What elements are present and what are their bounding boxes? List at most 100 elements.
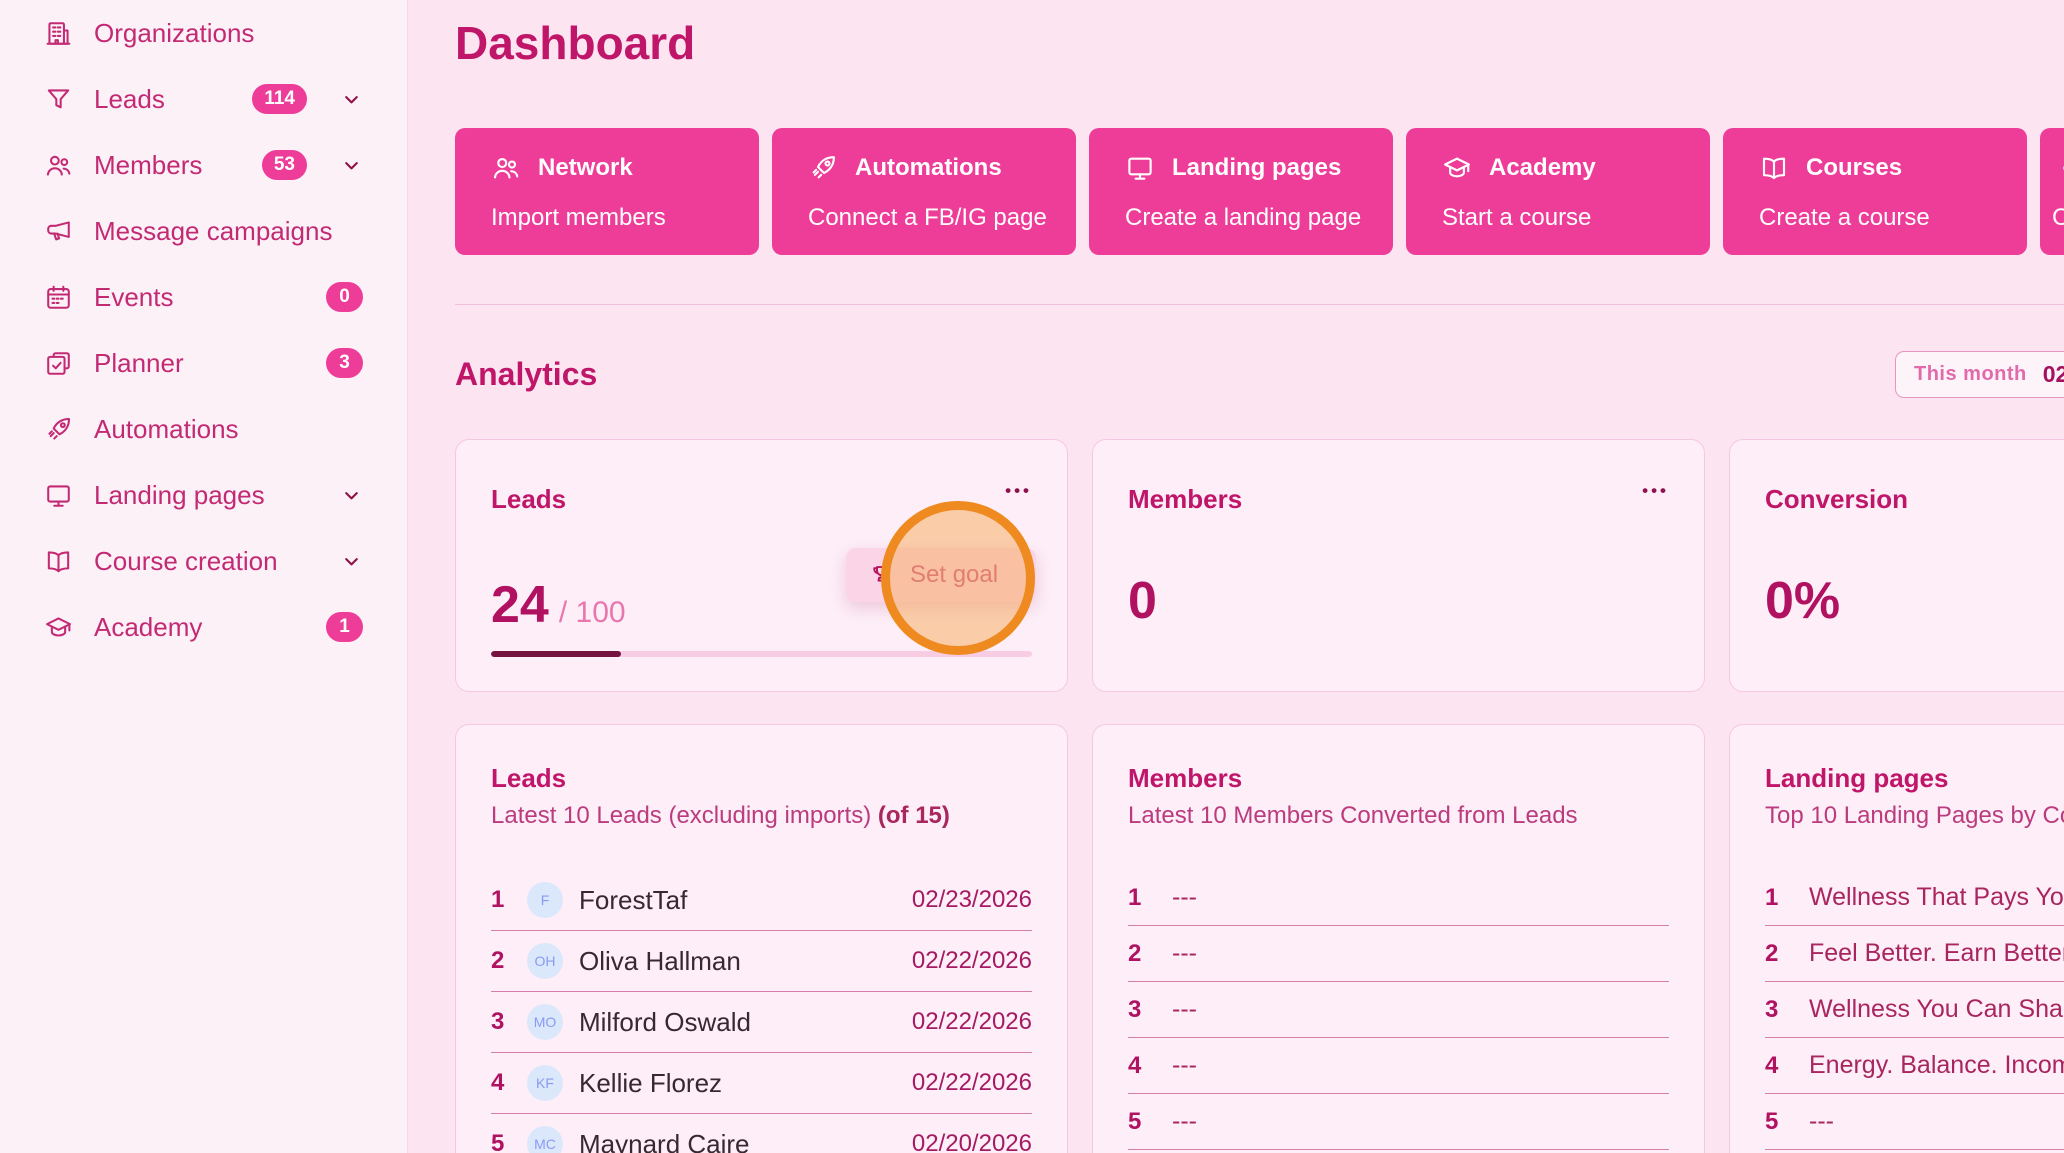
quick-action-subtitle: Create a landing page bbox=[1125, 204, 1383, 232]
table-row[interactable]: 3MOMilford Oswald02/22/2026 bbox=[491, 992, 1032, 1053]
table-row[interactable]: 5 MC Maynard Caire 02/20/2026 bbox=[491, 1114, 1032, 1153]
row-number: 2 bbox=[1128, 940, 1158, 968]
sidebar-item-label: Organizations bbox=[94, 18, 254, 49]
set-goal-menu-item[interactable]: Set goal bbox=[846, 548, 1036, 602]
row-name: Energy. Balance. Income. bbox=[1809, 1051, 2064, 1080]
row-number: 4 bbox=[491, 1069, 521, 1097]
table-row[interactable]: 3Wellness You Can Share bbox=[1765, 982, 2064, 1038]
quick-action-subtitle: Create bbox=[2052, 204, 2064, 232]
list-subtitle: Latest 10 Members Converted from Leads bbox=[1128, 802, 1669, 830]
row-name: Kellie Florez bbox=[579, 1068, 722, 1099]
ellipsis-menu-icon[interactable]: ••• bbox=[1005, 484, 1032, 498]
sidebar-item-message-campaigns[interactable]: Message campaigns bbox=[0, 198, 407, 264]
quick-action-title-row: Automations bbox=[808, 153, 1066, 183]
monitor-icon bbox=[44, 481, 73, 510]
row-name: Feel Better. Earn Better. bbox=[1809, 939, 2064, 968]
table-row[interactable]: 1FForestTaf02/23/2026 bbox=[491, 870, 1032, 931]
chevron-down-icon[interactable] bbox=[340, 484, 363, 507]
table-row[interactable]: 2OHOliva Hallman02/22/2026 bbox=[491, 931, 1032, 992]
row-name: Wellness That Pays You Back bbox=[1809, 883, 2064, 912]
sidebar-item-label: Message campaigns bbox=[94, 216, 332, 247]
sidebar-item-label: Landing pages bbox=[94, 480, 265, 511]
page-title: Dashboard bbox=[455, 16, 2064, 70]
period-selector-button[interactable]: This month 02/0 bbox=[1895, 351, 2064, 398]
section-divider bbox=[455, 304, 2064, 305]
avatar: MO bbox=[527, 1004, 563, 1040]
gradcap-icon bbox=[1442, 153, 1472, 183]
quick-action-card-network[interactable]: NetworkImport members bbox=[455, 128, 759, 255]
quick-action-card-courses[interactable]: Courses Create a course bbox=[1723, 128, 2027, 255]
sidebar-item-label: Course creation bbox=[94, 546, 278, 577]
table-row[interactable]: 2--- bbox=[1128, 926, 1669, 982]
period-label: This month bbox=[1914, 363, 2027, 386]
row-name: --- bbox=[1172, 1051, 1197, 1080]
sidebar-item-organizations[interactable]: Organizations bbox=[0, 0, 407, 66]
quick-action-title-row: Academy bbox=[1442, 153, 1700, 183]
sidebar-item-label: Planner bbox=[94, 348, 184, 379]
table-row[interactable]: 2Feel Better. Earn Better. bbox=[1765, 926, 2064, 982]
list-subtitle-text: Latest 10 Leads (excluding imports) bbox=[491, 802, 878, 829]
row-number: 5 bbox=[491, 1130, 521, 1153]
row-name: --- bbox=[1809, 1107, 1834, 1136]
row-name: Oliva Hallman bbox=[579, 946, 741, 977]
dot-icon bbox=[2052, 153, 2064, 183]
count-badge: 114 bbox=[252, 84, 307, 114]
row-date: 02/20/2026 bbox=[912, 1130, 1032, 1153]
avatar: MC bbox=[527, 1126, 563, 1153]
quick-action-card-automations[interactable]: Automations Connect a FB/IG page bbox=[772, 128, 1076, 255]
table-row[interactable]: 4--- bbox=[1128, 1038, 1669, 1094]
quick-action-card-item[interactable]: Create bbox=[2040, 128, 2064, 255]
monitor-icon bbox=[1125, 153, 1155, 183]
chevron-down-icon[interactable] bbox=[340, 88, 363, 111]
chevron-down-icon[interactable] bbox=[340, 154, 363, 177]
quick-action-subtitle: Connect a FB/IG page bbox=[808, 204, 1066, 232]
landing-pages-list-card: Landing pages Top 10 Landing Pages by Co… bbox=[1729, 724, 2064, 1153]
row-date: 02/22/2026 bbox=[912, 947, 1032, 975]
quick-action-title: Courses bbox=[1806, 154, 1902, 182]
row-number: 3 bbox=[491, 1008, 521, 1036]
table-row[interactable]: 4Energy. Balance. Income. bbox=[1765, 1038, 2064, 1094]
card-title: Members bbox=[1128, 484, 1242, 515]
table-row[interactable]: 1--- bbox=[1128, 870, 1669, 926]
quick-action-card-academy[interactable]: AcademyStart a course bbox=[1406, 128, 1710, 255]
quick-action-title: Network bbox=[538, 154, 633, 182]
sidebar-item-events[interactable]: Events0 bbox=[0, 264, 407, 330]
leads-progress-bar bbox=[491, 651, 1032, 657]
sidebar-item-course-creation[interactable]: Course creation bbox=[0, 528, 407, 594]
analytics-header: Analytics This month 02/0 bbox=[455, 351, 2064, 398]
table-row[interactable]: 5--- bbox=[1128, 1094, 1669, 1150]
row-number: 3 bbox=[1128, 996, 1158, 1024]
main-content: Dashboard NetworkImport membersAutomatio… bbox=[408, 0, 2064, 1153]
quick-action-card-landing-pages[interactable]: Landing pages Create a landing page bbox=[1089, 128, 1393, 255]
stat-value-row: 0% bbox=[1765, 575, 2064, 627]
table-row[interactable]: 1Wellness That Pays You Back bbox=[1765, 870, 2064, 926]
members-stat-card: Members ••• 0 bbox=[1092, 439, 1705, 692]
avatar: KF bbox=[527, 1065, 563, 1101]
row-number: 3 bbox=[1765, 996, 1795, 1024]
sidebar-item-academy[interactable]: Academy1 bbox=[0, 594, 407, 660]
table-row[interactable]: 4KFKellie Florez02/22/2026 bbox=[491, 1053, 1032, 1114]
megaphone-icon bbox=[44, 217, 73, 246]
sidebar-item-label: Automations bbox=[94, 414, 239, 445]
quick-action-title-row: Landing pages bbox=[1125, 153, 1383, 183]
row-date: 02/22/2026 bbox=[912, 1008, 1032, 1036]
sidebar-item-automations[interactable]: Automations bbox=[0, 396, 407, 462]
leads-goal-value: / 100 bbox=[559, 596, 626, 630]
leads-list-card: Leads Latest 10 Leads (excluding imports… bbox=[455, 724, 1068, 1153]
leads-count-value: 24 bbox=[491, 579, 549, 631]
table-row[interactable]: 5--- bbox=[1765, 1094, 2064, 1150]
count-badge: 1 bbox=[326, 612, 363, 642]
ellipsis-menu-icon[interactable]: ••• bbox=[1642, 484, 1669, 498]
table-row[interactable]: 3--- bbox=[1128, 982, 1669, 1038]
sidebar-item-leads[interactable]: Leads114 bbox=[0, 66, 407, 132]
lists-row: Leads Latest 10 Leads (excluding imports… bbox=[455, 724, 2064, 1153]
quick-action-subtitle: Create a course bbox=[1759, 204, 2017, 232]
quick-action-title: Landing pages bbox=[1172, 154, 1341, 182]
sidebar-item-landing-pages[interactable]: Landing pages bbox=[0, 462, 407, 528]
chevron-down-icon[interactable] bbox=[340, 550, 363, 573]
row-name: Maynard Caire bbox=[579, 1129, 750, 1153]
gradcap-icon bbox=[44, 613, 73, 642]
sidebar-item-members[interactable]: Members53 bbox=[0, 132, 407, 198]
avatar: OH bbox=[527, 943, 563, 979]
sidebar-item-planner[interactable]: Planner3 bbox=[0, 330, 407, 396]
